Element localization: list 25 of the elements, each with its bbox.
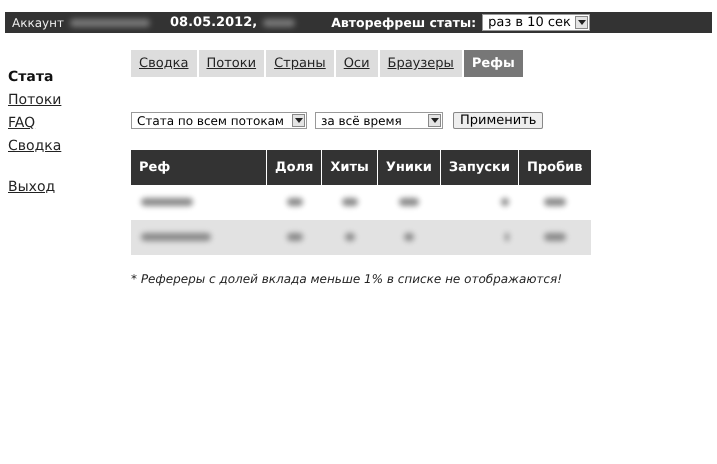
date-text: 08.05.2012, [170,15,258,30]
column-header: Реф [131,150,267,185]
sidebar-link[interactable]: Выход [8,176,56,199]
tab[interactable]: Потоки [198,50,264,77]
column-header: Уники [378,150,441,185]
account-label: Аккаунт [12,16,64,30]
tab[interactable]: Сводка [131,50,196,77]
period-select[interactable]: за всё время [315,112,443,129]
tab[interactable]: Оси [336,50,378,77]
autorefresh-select[interactable]: раз в 10 сек [482,14,590,31]
tab[interactable]: Браузеры [380,50,462,77]
column-header: Хиты [322,150,378,185]
sidebar-link[interactable]: FAQ [8,112,36,135]
stream-select[interactable]: Стата по всем потокам [131,112,307,129]
apply-button[interactable]: Применить [453,112,544,129]
autorefresh-label: Авторефреш статы: [331,15,476,30]
column-header: Пробив [518,150,591,185]
footnote-text: * Рефереры с долей вклада меньше 1% в списке не отображаются! [131,272,564,286]
column-header: Запуски [440,150,519,185]
sidebar-link[interactable]: Потоки [8,89,62,112]
tab[interactable]: Рефы [464,50,523,77]
sidebar-link[interactable]: Стата [8,66,54,89]
column-header: Доля [267,150,322,185]
sidebar-link[interactable]: Сводка [8,135,62,158]
tab[interactable]: Страны [266,50,334,77]
